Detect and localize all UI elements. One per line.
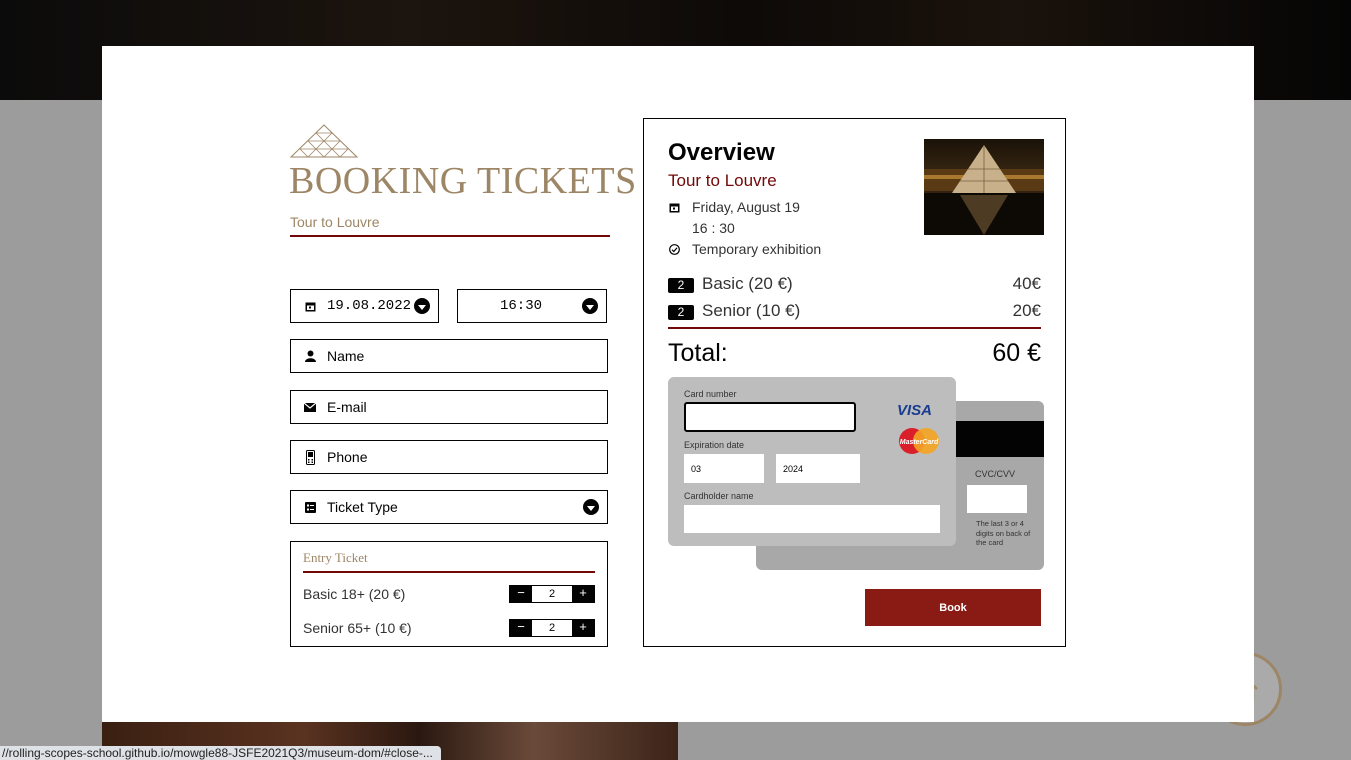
booking-modal: BOOKING TICKETS Tour to Louvre 19.08.202… [102, 46, 1254, 722]
phone-icon [303, 449, 317, 465]
overview-time: 16 : 30 [692, 220, 735, 236]
cvc-label: CVC/CVV [975, 469, 1016, 479]
quantity-stepper: − 2 + [509, 585, 595, 603]
mastercard-text: MasterCard [900, 439, 939, 446]
email-placeholder: E-mail [327, 399, 367, 415]
minus-button[interactable]: − [510, 585, 532, 603]
mail-icon [303, 400, 317, 414]
ticket-label: Basic 18+ (20 €) [303, 586, 406, 602]
overview-date-row: Friday, August 19 [668, 199, 800, 215]
cvc-hint: The last 3 or 4 digits on back of the ca… [976, 519, 1031, 547]
visa-logo: VISA [897, 402, 933, 419]
entry-ticket-title: Entry Ticket [303, 550, 368, 565]
time-value: 16:30 [499, 298, 542, 314]
quantity-stepper: − 2 + [509, 619, 595, 637]
line-price: 40€ [1012, 274, 1041, 293]
phone-field[interactable]: Phone [290, 440, 608, 474]
overview-panel: Overview Tour to Louvre Friday, August 1… [643, 118, 1066, 647]
card-number-label: Card number [684, 389, 737, 399]
line-price: 20€ [1012, 301, 1041, 320]
overview-time-row: 16 : 30 [692, 220, 735, 236]
pyramid-logo-icon [290, 124, 358, 158]
book-button[interactable]: Book [865, 589, 1041, 626]
total-label: Total: [668, 339, 728, 367]
calendar-icon [668, 201, 680, 213]
name-field[interactable]: Name [290, 339, 608, 373]
quantity-input[interactable]: 2 [532, 588, 572, 600]
status-bar-url: //rolling-scopes-school.github.io/mowgle… [0, 746, 441, 760]
quantity-input[interactable]: 2 [532, 622, 572, 634]
minus-button[interactable]: − [510, 619, 532, 637]
plus-button[interactable]: + [572, 619, 594, 637]
booking-title: BOOKING TICKETS [289, 160, 637, 202]
time-select[interactable]: 16:30 [457, 289, 607, 323]
overview-date: Friday, August 19 [692, 199, 800, 215]
list-icon [303, 500, 317, 514]
mastercard-logo-icon: MasterCard [899, 428, 939, 454]
overview-exhibition-row: Temporary exhibition [668, 241, 821, 257]
ticket-type-select[interactable]: Ticket Type [290, 490, 608, 524]
cardholder-input[interactable] [684, 505, 940, 533]
ticket-label: Senior 65+ (10 €) [303, 620, 412, 636]
ticket-row-senior: Senior 65+ (10 €) − 2 + [303, 618, 595, 638]
exp-year-select[interactable]: 2024 [776, 454, 860, 483]
cvc-input[interactable] [967, 485, 1027, 513]
overview-title: Overview [668, 139, 775, 166]
date-value: 19.08.2022 [327, 298, 412, 314]
line-label: Basic (20 €) [702, 274, 793, 293]
card-front: Card number VISA MasterCard Expiration d… [668, 377, 956, 546]
count-badge: 2 [668, 305, 694, 320]
name-placeholder: Name [327, 348, 365, 364]
card-number-input[interactable] [684, 402, 856, 432]
overview-exhibition: Temporary exhibition [692, 241, 822, 257]
chevron-down-icon[interactable] [582, 298, 598, 314]
date-input[interactable]: 19.08.2022 [290, 289, 439, 323]
tour-underline [290, 235, 610, 237]
exp-month-select[interactable]: 03 [684, 454, 764, 483]
expiration-label: Expiration date [684, 440, 745, 450]
ticket-row-basic: Basic 18+ (20 €) − 2 + [303, 584, 595, 604]
overview-line-basic: 2 Basic (20 €) 40€ [668, 274, 1041, 294]
chevron-down-icon[interactable] [583, 499, 599, 515]
cardholder-label: Cardholder name [684, 491, 754, 501]
phone-placeholder: Phone [327, 449, 368, 465]
overview-line-senior: 2 Senior (10 €) 20€ [668, 301, 1041, 321]
entry-underline [303, 571, 595, 573]
email-field[interactable]: E-mail [290, 390, 608, 424]
overview-tour: Tour to Louvre [668, 171, 777, 190]
count-badge: 2 [668, 278, 694, 293]
overview-divider [668, 327, 1041, 329]
louvre-photo [924, 139, 1044, 235]
ticket-type-placeholder: Ticket Type [327, 499, 398, 515]
calendar-icon [303, 299, 317, 313]
person-icon [303, 349, 317, 363]
tour-select[interactable]: Tour to Louvre [290, 214, 380, 230]
chevron-down-icon[interactable] [414, 298, 430, 314]
overview-total: Total: 60 € [668, 339, 1041, 368]
check-circle-icon [668, 243, 680, 255]
line-label: Senior (10 €) [702, 301, 801, 320]
total-value: 60 € [992, 339, 1041, 367]
entry-ticket-box: Entry Ticket Basic 18+ (20 €) − 2 + Seni… [290, 541, 608, 647]
plus-button[interactable]: + [572, 585, 594, 603]
